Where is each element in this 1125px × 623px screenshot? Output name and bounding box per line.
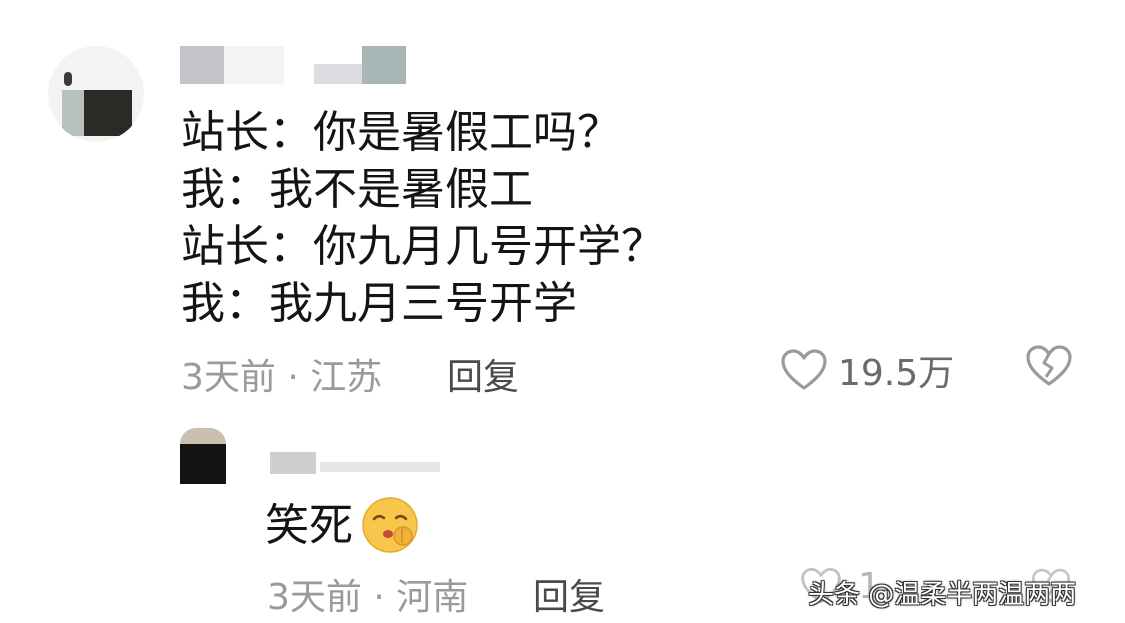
avatar-blur-mark — [64, 72, 72, 86]
comment-line: 站长：你九月几号开学？ — [181, 221, 665, 272]
avatar-blur-block — [180, 428, 226, 444]
reply-comment-body: 笑死 — [265, 499, 353, 551]
watermark: 头条 @温柔半两温两两 — [808, 580, 1077, 610]
avatar[interactable] — [48, 46, 144, 142]
avatar-blur-block — [180, 444, 226, 484]
comment-line: 我：我九月三号开学 — [181, 278, 577, 329]
comment-text: 站长：你是暑假工吗？ 我：我不是暑假工 站长：你九月几号开学？ 我：我九月三号开… — [181, 104, 665, 332]
shushing-face-emoji-icon — [362, 497, 418, 553]
username-redacted[interactable] — [180, 46, 224, 84]
heart-icon — [781, 349, 827, 390]
reply-comment-text: 笑死 — [265, 494, 421, 556]
username-redacted — [314, 64, 362, 84]
username-redacted — [362, 46, 406, 84]
reply-button[interactable]: 回复 — [447, 348, 519, 400]
avatar-blur-block — [62, 90, 84, 136]
reply-username-redacted — [320, 462, 440, 472]
comment-line: 站长：你是暑假工吗？ — [181, 107, 621, 158]
reply-avatar[interactable] — [180, 428, 226, 484]
comment-meta: 3天前 · 江苏 — [181, 357, 383, 398]
comment-line: 我：我不是暑假工 — [181, 164, 533, 215]
avatar-blur-block — [84, 90, 132, 136]
like-count: 19.5万 — [838, 353, 955, 394]
reply-username-redacted[interactable] — [270, 452, 316, 474]
reply-button[interactable]: 回复 — [533, 568, 605, 620]
username-redacted — [224, 46, 284, 84]
like-button[interactable]: 19.5万 — [780, 344, 954, 396]
reply-meta: 3天前 · 河南 — [267, 577, 469, 618]
broken-heart-icon[interactable] — [1024, 344, 1074, 388]
